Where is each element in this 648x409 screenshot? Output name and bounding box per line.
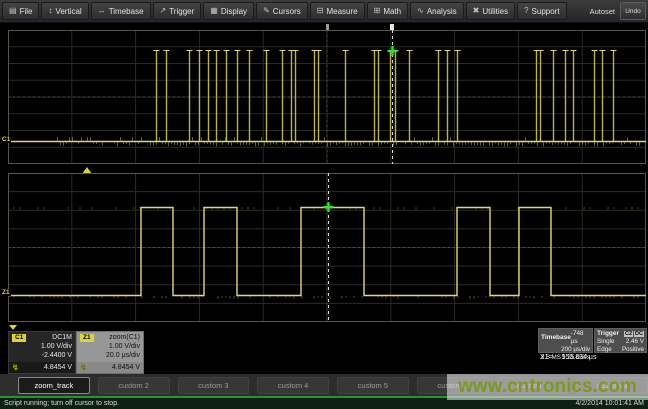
menu-support-button[interactable]: ? Support (517, 2, 566, 20)
timebase-scale: 200 µs/div (561, 346, 590, 354)
cursor-x1-label: X1= (540, 354, 553, 361)
menu-trigger-button[interactable]: ↗Trigger (153, 2, 202, 20)
undo-button[interactable]: Undo (620, 2, 646, 20)
menu-analysis-label: Analysis (427, 7, 457, 16)
c1-indicator-icon (9, 325, 17, 330)
status-message: Script running; turn off cursor to stop. (4, 400, 119, 407)
file-icon: ▤ (9, 7, 17, 15)
menu-measure-button[interactable]: ⊟Measure (310, 2, 365, 20)
c1-waveform (8, 30, 646, 164)
menu-file-label: File (20, 7, 33, 16)
trigger-coupling-badge: DC (634, 331, 644, 337)
analysis-icon: ∿ (417, 7, 424, 15)
cursors-icon: ✎ (263, 7, 270, 15)
c1-badge: C1 (12, 334, 26, 342)
menu-cursors-label: Cursors (273, 7, 301, 16)
status-datetime: 4/2/2014 10:01:41 AM (576, 400, 645, 407)
trigger-mode: Single (597, 338, 615, 346)
trigger-slope: Positive (622, 346, 644, 354)
menu-file-button[interactable]: ▤File (2, 2, 39, 20)
trigger-panel[interactable]: Trigger C2DC Single 2.46 V Edge Positive (594, 328, 647, 353)
tab-custom-4[interactable]: custom 4 (257, 377, 329, 394)
z1-trace-label: Z1 (1, 289, 11, 296)
timebase-panel[interactable]: Timebase -748 µs 200 µs/div 2.5 MS 1.25 … (538, 328, 593, 353)
vertical-icon: ↕ (48, 7, 52, 15)
menu-measure-label: Measure (326, 7, 357, 16)
display-icon: ▦ (210, 7, 218, 15)
c1-descriptor-box[interactable]: C1 DC1M 1.00 V/div -2.4400 V ↯ 4.8454 V (8, 331, 76, 374)
c1-cursor-level: 4.8454 V (44, 363, 72, 372)
cursor-bolt-icon: ↯ (80, 363, 87, 372)
menu-trigger-label: Trigger (169, 7, 194, 16)
trigger-source-badge: C2 (624, 331, 633, 337)
tab-custom-2[interactable]: custom 2 (98, 377, 170, 394)
c1-offset: -2.4400 V (42, 351, 72, 360)
menu-bar: ▤File↕Vertical↔Timebase↗Trigger▦Display✎… (0, 0, 648, 23)
z1-source: zoom(C1) (109, 333, 140, 342)
trigger-level: 2.46 V (626, 338, 644, 346)
utilities-icon: ✖ (473, 7, 480, 15)
z1-descriptor-box[interactable]: Z1 zoom(C1) 1.00 V/div 20.0 µs/div ↯ 4.8… (76, 331, 144, 374)
main-graticule (8, 30, 646, 164)
menu-vertical-label: Vertical (55, 7, 81, 16)
menu-math-button[interactable]: ⊞Math (367, 2, 409, 20)
menu-timebase-label: Timebase (109, 7, 144, 16)
timebase-position: -748 µs (571, 330, 590, 346)
menu-utilities-label: Utilities (482, 7, 508, 16)
z1-waveform (8, 173, 646, 322)
watermark: www.cntronics.com (447, 374, 648, 400)
c1-coupling: DC1M (52, 333, 72, 342)
trigger-icon: ↗ (160, 7, 167, 15)
menu-support-label: Support (532, 7, 560, 16)
menu-analysis-button[interactable]: ∿Analysis (410, 2, 464, 20)
cursor-x1-value: 950.834 µs (562, 354, 597, 361)
menu-math-label: Math (383, 7, 401, 16)
z1-time-div: 20.0 µs/div (106, 351, 140, 360)
z1-badge: Z1 (80, 334, 94, 342)
tab-zoom_track[interactable]: zoom_track (18, 377, 90, 394)
cursor-readout: X1= 950.834 µs (540, 354, 596, 361)
z1-volts-div: 1.00 V/div (109, 342, 140, 351)
menu-timebase-button[interactable]: ↔Timebase (91, 2, 151, 20)
z1-cursor-level: 4.8454 V (112, 363, 140, 372)
zoom-graticule (8, 173, 646, 322)
math-icon: ⊞ (374, 7, 381, 15)
trigger-title: Trigger (597, 330, 619, 338)
menu-display-button[interactable]: ▦Display (203, 2, 254, 20)
timebase-title: Timebase (541, 334, 571, 342)
menu-display-label: Display (221, 7, 247, 16)
oscilloscope-screen: ▤File↕Vertical↔Timebase↗Trigger▦Display✎… (0, 0, 648, 409)
c1-trace-label: C1 (1, 136, 11, 143)
autoset-button[interactable]: Autoset (590, 7, 615, 16)
menu-vertical-button[interactable]: ↕Vertical (41, 2, 88, 20)
descriptor-bar: C1 DC1M 1.00 V/div -2.4400 V ↯ 4.8454 V … (0, 330, 648, 374)
trigger-type: Edge (597, 346, 612, 354)
menu-cursors-button[interactable]: ✎Cursors (256, 2, 308, 20)
tab-custom-3[interactable]: custom 3 (178, 377, 250, 394)
cursor-bolt-icon: ↯ (12, 363, 19, 372)
c1-volts-div: 1.00 V/div (41, 342, 72, 351)
menu-utilities-button[interactable]: ✖Utilities (466, 2, 515, 20)
tab-custom-5[interactable]: custom 5 (337, 377, 409, 394)
support-icon: ? (524, 7, 528, 15)
measure-icon: ⊟ (317, 7, 324, 15)
timebase-icon: ↔ (98, 7, 106, 15)
